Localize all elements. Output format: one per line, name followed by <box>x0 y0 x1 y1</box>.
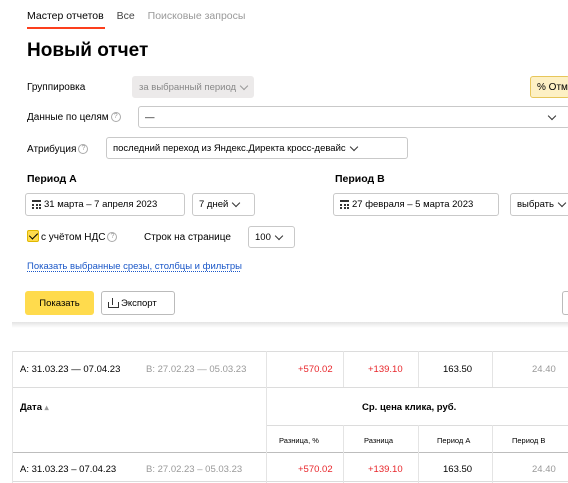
percent-toggle-button[interactable]: % Отм <box>530 76 568 98</box>
report-tabs: Мастер отчетов Все Поисковые запросы <box>27 10 255 22</box>
col-divider <box>492 351 493 387</box>
period-a-date-picker[interactable]: 31 марта – 7 апреля 2023 <box>25 193 185 216</box>
summary-diff-pct: +570.02 <box>298 364 333 375</box>
summary-period-b: B: 27.02.23 — 05.03.23 <box>146 364 247 375</box>
chevron-down-icon <box>232 198 241 208</box>
tab-report-wizard[interactable]: Мастер отчетов <box>27 10 104 22</box>
export-label: Экспорт <box>121 297 157 309</box>
rows-per-page-select[interactable]: 100 <box>248 226 295 248</box>
help-icon[interactable]: ? <box>110 112 121 123</box>
rows-per-page-label: Строк на странице <box>144 232 231 243</box>
period-a-label: Период A <box>27 173 77 185</box>
row-diff-pct: +570.02 <box>298 464 333 475</box>
chevron-down-icon <box>547 111 557 120</box>
summary-diff: +139.10 <box>368 364 403 375</box>
period-a-preset: 7 дней <box>199 199 229 210</box>
chevron-down-icon <box>349 142 358 151</box>
subheader-diff-pct[interactable]: Разница, % <box>279 436 319 445</box>
row-diff: +139.10 <box>368 464 403 475</box>
row-divider <box>12 452 568 453</box>
row-period-b: B: 27.02.23 – 05.03.23 <box>146 464 243 475</box>
row-divider <box>12 481 568 482</box>
vat-checkbox[interactable] <box>27 230 39 242</box>
col-divider <box>343 351 344 387</box>
panel-separator <box>12 322 568 328</box>
vat-label-wrap: с учётом НДС? <box>41 232 118 243</box>
period-b-preset-select[interactable]: выбрать <box>510 193 568 216</box>
col-divider <box>343 425 344 483</box>
export-icon <box>108 298 119 308</box>
goals-value: — <box>145 111 155 123</box>
show-button[interactable]: Показать <box>25 291 94 315</box>
grouping-select[interactable]: за выбранный период <box>132 76 255 98</box>
attribution-select[interactable]: последний переход из Яндекс.Директа крос… <box>106 137 408 159</box>
calendar-icon <box>340 200 349 209</box>
col-divider <box>12 351 13 483</box>
row-period-b-value: 24.40 <box>532 464 556 475</box>
page-title: Новый отчет <box>27 40 149 61</box>
help-icon[interactable]: ? <box>78 144 89 155</box>
row-divider <box>266 425 568 426</box>
vat-label[interactable]: с учётом НДС <box>41 232 105 243</box>
subheader-period-a[interactable]: Период A <box>437 436 470 445</box>
date-header-label: Дата <box>20 402 42 413</box>
col-divider <box>418 351 419 387</box>
active-tab-indicator <box>27 27 105 29</box>
period-b-label: Период B <box>335 173 385 185</box>
metric-column-header: Ср. цена клика, руб. <box>362 402 457 413</box>
period-b-date-picker[interactable]: 27 февраля – 5 марта 2023 <box>333 193 499 216</box>
attribution-label-wrap: Атрибуция? <box>27 144 89 155</box>
attribution-value: последний переход из Яндекс.Директа крос… <box>113 142 346 154</box>
summary-period-a-value: 163.50 <box>443 364 473 375</box>
chevron-down-icon <box>239 81 249 90</box>
table-top-border <box>12 351 568 352</box>
tab-search-queries[interactable]: Поисковые запросы <box>148 10 246 22</box>
subheader-period-b[interactable]: Период B <box>512 436 545 445</box>
goals-label: Данные по целям <box>27 112 109 123</box>
tab-all[interactable]: Все <box>117 10 135 22</box>
subheader-diff[interactable]: Разница <box>364 436 393 445</box>
grouping-label: Группировка <box>27 82 86 93</box>
overflow-button[interactable] <box>562 291 568 315</box>
row-period-a-value: 163.50 <box>443 464 473 475</box>
col-divider <box>266 351 267 483</box>
goals-select[interactable]: — <box>138 106 568 128</box>
grouping-value: за выбранный период <box>139 81 237 93</box>
period-a-dates: 31 марта – 7 апреля 2023 <box>44 199 158 210</box>
export-button[interactable]: Экспорт <box>101 291 175 315</box>
row-divider <box>12 387 568 388</box>
chevron-down-icon <box>557 198 567 208</box>
summary-period-b-value: 24.40 <box>532 364 556 375</box>
col-divider <box>418 425 419 483</box>
date-column-header[interactable]: Дата ▴ <box>20 402 49 413</box>
col-divider <box>492 425 493 483</box>
chevron-down-icon <box>274 231 284 240</box>
attribution-label: Атрибуция <box>27 144 77 155</box>
period-b-dates: 27 февраля – 5 марта 2023 <box>352 199 474 210</box>
row-period-a: A: 31.03.23 – 07.04.23 <box>20 464 117 475</box>
help-icon[interactable]: ? <box>107 232 118 243</box>
summary-period-a: A: 31.03.23 — 07.04.23 <box>20 364 121 375</box>
show-filters-link[interactable]: Показать выбранные срезы, столбцы и филь… <box>27 261 242 272</box>
goals-label-wrap: Данные по целям? <box>27 112 121 123</box>
calendar-icon <box>32 200 41 209</box>
rows-per-page-value: 100 <box>255 231 271 243</box>
sort-asc-icon[interactable]: ▴ <box>45 403 49 412</box>
period-b-preset: выбрать <box>517 199 554 210</box>
period-a-preset-select[interactable]: 7 дней <box>192 193 255 216</box>
